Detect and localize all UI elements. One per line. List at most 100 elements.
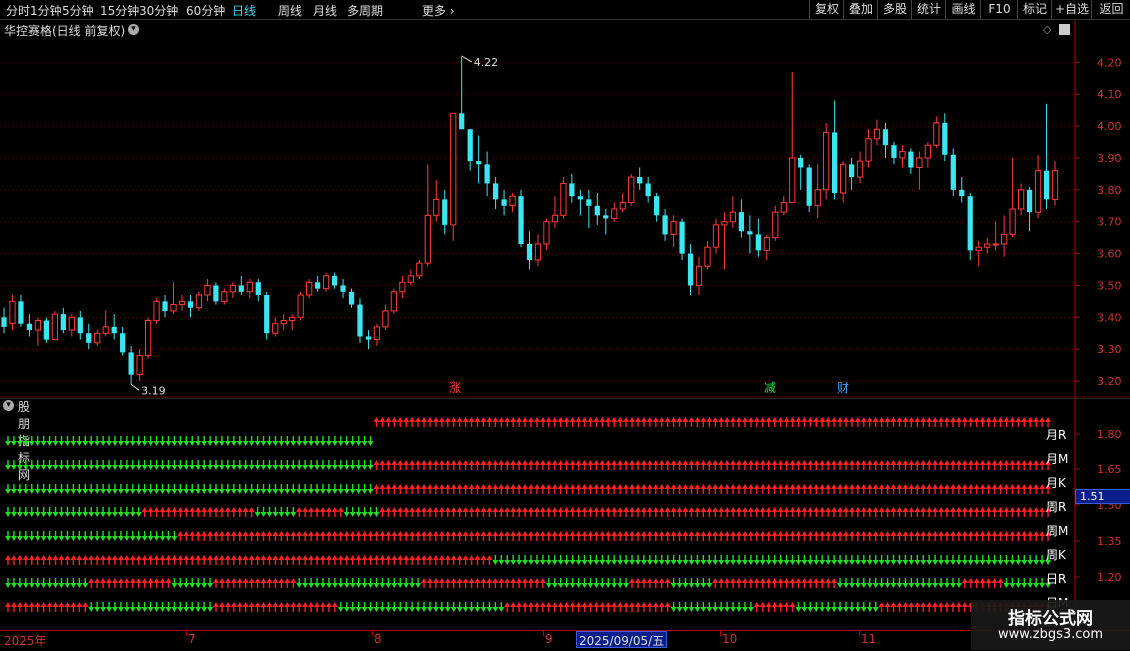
candle-body xyxy=(865,138,872,162)
arrow-up-icon xyxy=(747,578,754,583)
arrow-up-icon xyxy=(789,578,796,583)
toolbar-button-1[interactable]: 叠加 xyxy=(843,0,878,19)
tab-timeframe-0[interactable]: 分时 xyxy=(6,2,30,19)
arrow-up-icon xyxy=(759,531,766,536)
toolbar-button-0[interactable]: 复权 xyxy=(809,0,844,19)
tab-timeframe-2[interactable]: 5分钟 xyxy=(62,2,94,19)
arrow-up-icon xyxy=(807,417,814,422)
arrow-up-icon xyxy=(605,417,612,422)
toolbar-button-7[interactable]: +自选 xyxy=(1051,0,1092,19)
tab-timeframe-1[interactable]: 1分钟 xyxy=(30,2,62,19)
arrow-up-icon xyxy=(611,507,618,512)
arrow-up-icon xyxy=(652,531,659,536)
toolbar-button-8[interactable]: 返回 xyxy=(1091,0,1130,19)
arrow-down-icon xyxy=(557,583,564,588)
arrow-up-icon xyxy=(926,484,933,489)
arrow-up-icon xyxy=(902,602,909,607)
arrow-up-icon xyxy=(486,417,493,422)
arrow-up-icon xyxy=(700,460,707,465)
arrow-up-icon xyxy=(854,507,861,512)
tab-timeframe-10[interactable]: 更多 › xyxy=(422,2,455,19)
arrow-down-icon xyxy=(165,607,172,612)
arrow-up-icon xyxy=(646,531,653,536)
arrow-up-icon xyxy=(308,507,315,512)
arrow-down-icon xyxy=(973,560,980,565)
arrow-up-icon xyxy=(153,555,160,560)
arrow-down-icon xyxy=(961,560,968,565)
arrow-down-icon xyxy=(296,489,303,494)
toolbar-button-4[interactable]: 画线 xyxy=(945,0,981,19)
arrow-up-icon xyxy=(189,507,196,512)
arrow-down-icon xyxy=(266,441,273,446)
candle-body xyxy=(348,291,355,305)
arrow-up-icon xyxy=(123,555,130,560)
arrow-down-icon xyxy=(129,607,136,612)
arrow-down-icon xyxy=(765,560,772,565)
candle-body xyxy=(637,177,643,184)
toolbar-button-6[interactable]: 标记 xyxy=(1017,0,1052,19)
arrow-down-icon xyxy=(325,583,332,588)
tab-timeframe-9[interactable]: 多周期 xyxy=(347,2,383,19)
tab-timeframe-8[interactable]: 月线 xyxy=(313,2,337,19)
indicator-chart[interactable]: 1.801.651.501.351.20 xyxy=(0,398,1130,630)
arrow-up-icon xyxy=(1003,531,1010,536)
arrow-down-icon xyxy=(165,441,172,446)
arrow-up-icon xyxy=(944,531,951,536)
price-chart[interactable]: 4.204.104.003.903.803.703.603.503.403.30… xyxy=(0,20,1130,412)
arrow-up-icon xyxy=(593,507,600,512)
arrow-up-icon xyxy=(242,578,249,583)
arrow-down-icon xyxy=(319,489,326,494)
arrow-up-icon xyxy=(492,578,499,583)
arrow-down-icon xyxy=(944,583,951,588)
arrow-up-icon xyxy=(480,531,487,536)
tab-timeframe-3[interactable]: 15分钟 xyxy=(100,2,139,19)
arrow-down-icon xyxy=(82,536,89,541)
arrow-up-icon xyxy=(569,602,576,607)
candle-body xyxy=(280,320,287,325)
arrow-up-icon xyxy=(545,484,552,489)
arrow-up-icon xyxy=(926,531,933,536)
arrow-down-icon xyxy=(932,583,939,588)
arrow-up-icon xyxy=(860,417,867,422)
candle-body xyxy=(213,285,219,302)
arrow-down-icon xyxy=(724,560,731,565)
arrow-down-icon xyxy=(218,441,225,446)
candle-body xyxy=(654,196,660,216)
tab-timeframe-4[interactable]: 30分钟 xyxy=(139,2,178,19)
arrow-down-icon xyxy=(379,583,386,588)
arrow-up-icon xyxy=(777,531,784,536)
arrow-up-icon xyxy=(813,417,820,422)
tab-timeframe-6[interactable]: 日线 xyxy=(232,2,256,19)
arrow-down-icon xyxy=(141,536,148,541)
arrow-up-icon xyxy=(432,531,439,536)
arrow-down-icon xyxy=(825,560,832,565)
arrow-down-icon xyxy=(926,560,933,565)
toolbar-button-5[interactable]: F10 xyxy=(980,0,1018,19)
tab-timeframe-5[interactable]: 60分钟 xyxy=(186,2,225,19)
arrow-up-icon xyxy=(545,531,552,536)
arrow-up-icon xyxy=(807,507,814,512)
arrow-up-icon xyxy=(938,460,945,465)
arrow-up-icon xyxy=(605,460,612,465)
arrow-up-icon xyxy=(682,460,689,465)
arrow-down-icon xyxy=(914,560,921,565)
arrow-up-icon xyxy=(533,460,540,465)
toolbar-button-2[interactable]: 多股 xyxy=(877,0,912,19)
arrow-down-icon xyxy=(46,512,53,517)
arrow-up-icon xyxy=(700,417,707,422)
arrow-down-icon xyxy=(623,560,630,565)
candle-body xyxy=(959,189,965,197)
toolbar-button-3[interactable]: 统计 xyxy=(911,0,946,19)
arrow-up-icon xyxy=(278,578,285,583)
indicator-row-label: 日R xyxy=(1046,572,1067,586)
arrow-up-icon xyxy=(872,417,879,422)
arrow-up-icon xyxy=(450,531,457,536)
arrow-up-icon xyxy=(979,417,986,422)
arrow-up-icon xyxy=(730,507,737,512)
arrow-up-icon xyxy=(878,417,885,422)
arrow-up-icon xyxy=(777,484,784,489)
arrow-up-icon xyxy=(991,531,998,536)
arrow-down-icon xyxy=(908,560,915,565)
tab-timeframe-7[interactable]: 周线 xyxy=(278,2,302,19)
arrow-down-icon xyxy=(319,441,326,446)
